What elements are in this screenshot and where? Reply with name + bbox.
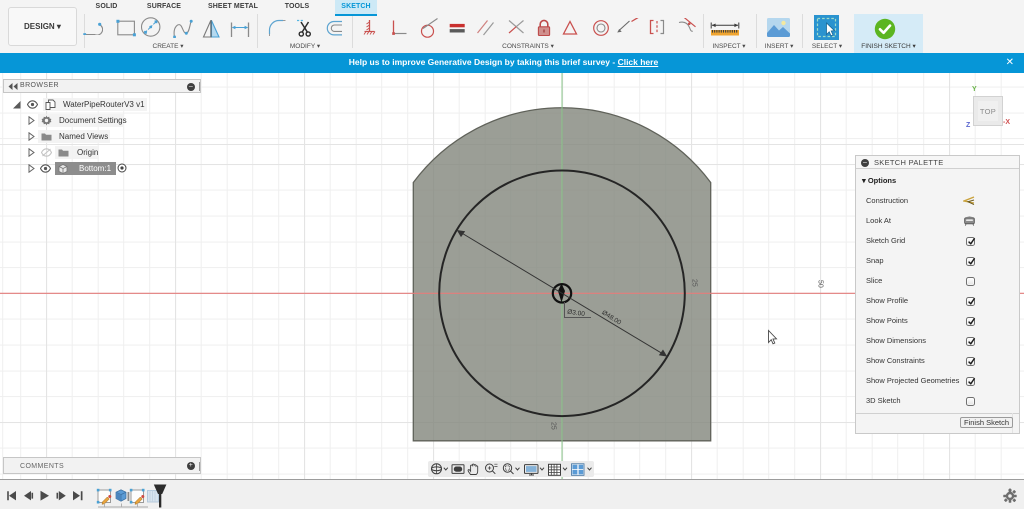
svg-text:25: 25 xyxy=(691,279,698,287)
svg-text:25: 25 xyxy=(550,422,557,430)
svg-text:50: 50 xyxy=(817,280,824,288)
